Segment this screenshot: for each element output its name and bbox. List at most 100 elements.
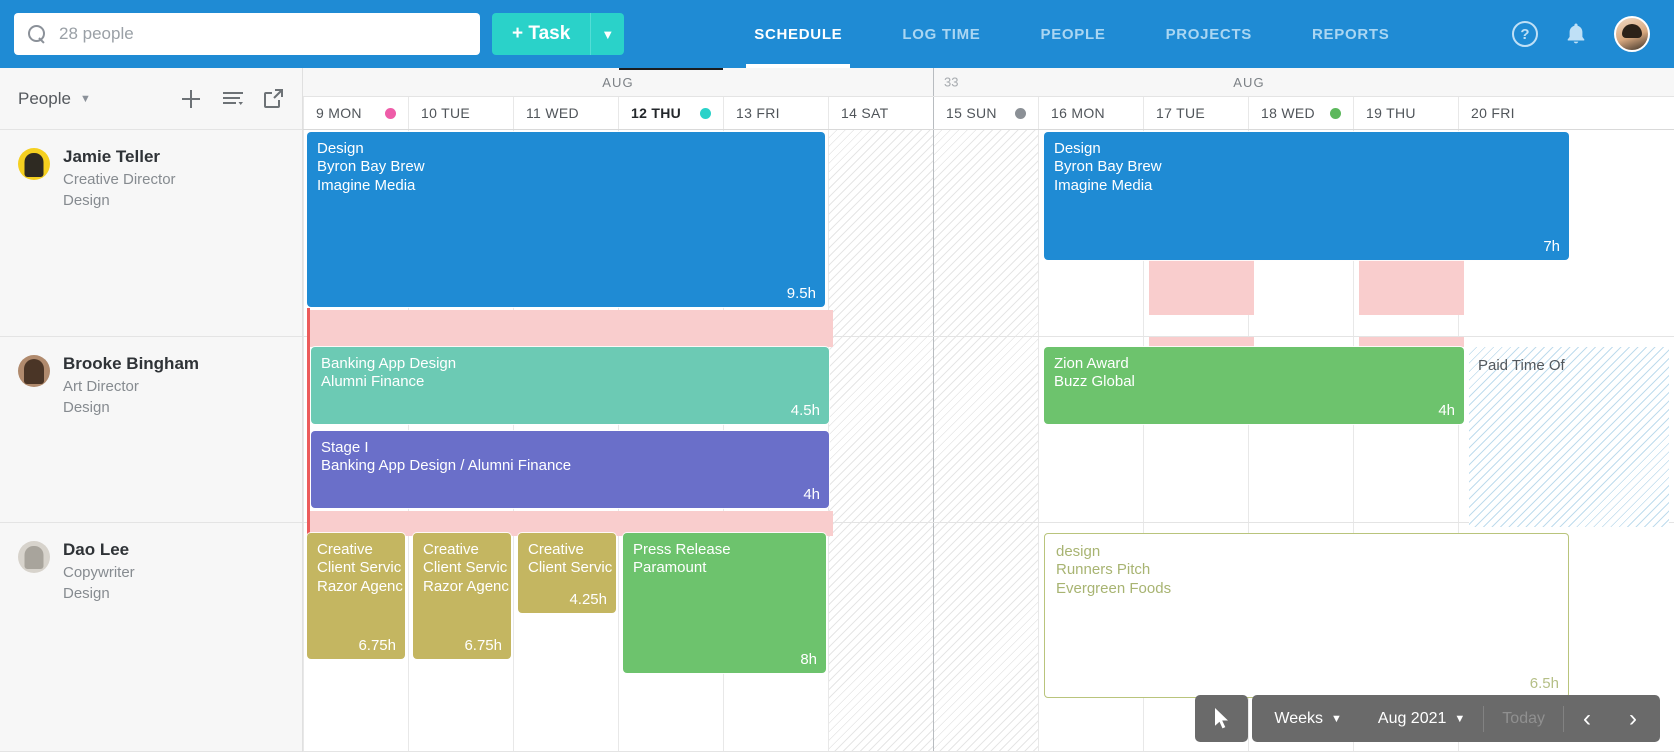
person-name: Jamie Teller bbox=[63, 147, 161, 166]
nav-item-projects[interactable]: PROJECTS bbox=[1136, 0, 1282, 68]
today-button[interactable]: Today bbox=[1484, 695, 1563, 742]
task-block[interactable]: design Runners Pitch Evergreen Foods 6.5h bbox=[1044, 533, 1569, 698]
period-selector[interactable]: Aug 2021 ▼ bbox=[1360, 695, 1483, 742]
task-block-hours: 9.5h bbox=[786, 285, 816, 302]
task-block[interactable]: Banking App Design Alumni Finance 4.5h bbox=[311, 347, 829, 424]
over-capacity-band[interactable] bbox=[1149, 337, 1254, 347]
day-header-12-thu[interactable]: 12 THU bbox=[618, 68, 723, 129]
people-panel: People ▼ Jamie Teller Creative Director … bbox=[0, 68, 303, 752]
day-header-14-sat[interactable]: 14 SAT bbox=[828, 97, 933, 129]
day-label: 10 TUE bbox=[421, 105, 471, 121]
task-block-line: Razor Agenc bbox=[317, 577, 403, 595]
cursor-pointer-icon[interactable] bbox=[1195, 695, 1249, 742]
task-block-line: Runners Pitch bbox=[1056, 561, 1151, 579]
day-header-18-wed[interactable]: 18 WED bbox=[1248, 97, 1353, 129]
day-status-dot bbox=[700, 107, 711, 119]
task-block[interactable]: Press Release Paramount 8h bbox=[623, 533, 826, 673]
person-info: Brooke Bingham Art Director Design bbox=[63, 353, 199, 522]
task-block-line: Design bbox=[317, 140, 364, 157]
task-block-line: Banking App Design / Alumni Finance bbox=[321, 457, 572, 475]
person-row[interactable]: Dao Lee Copywriter Design bbox=[0, 523, 302, 752]
nav-item-reports[interactable]: REPORTS bbox=[1282, 0, 1419, 68]
schedule-grid: AUG 33 AUG 9 MON 10 TUE 11 WED 12 THU 13 FRI 14… bbox=[303, 68, 1674, 752]
chevron-right-icon[interactable]: › bbox=[1610, 695, 1656, 742]
period-label: Aug 2021 bbox=[1377, 709, 1447, 727]
over-capacity-band[interactable] bbox=[307, 310, 833, 339]
day-status-dot bbox=[385, 107, 396, 119]
day-row: 9 MON 10 TUE 11 WED 12 THU 13 FRI 14 SAT 15 SU… bbox=[303, 68, 1674, 130]
task-dropdown-caret[interactable]: ▼ bbox=[590, 13, 625, 55]
task-block[interactable]: Design Byron Bay Brew Imagine Media 7h bbox=[1044, 132, 1569, 260]
task-block[interactable]: Creative Client Servic Razor Agenc 6.75h bbox=[307, 533, 405, 659]
task-block-hours: 4h bbox=[803, 486, 820, 503]
export-icon[interactable] bbox=[263, 88, 284, 109]
view-range-selector[interactable]: Weeks ▼ bbox=[1256, 695, 1360, 742]
day-header-17-tue[interactable]: 17 TUE bbox=[1143, 97, 1248, 129]
over-capacity-band[interactable] bbox=[1359, 337, 1464, 347]
task-block-line: Razor Agenc bbox=[423, 577, 509, 595]
task-block-hours: 6.75h bbox=[464, 637, 502, 654]
plus-icon[interactable] bbox=[179, 87, 203, 111]
people-selector-label: People bbox=[18, 88, 71, 108]
task-block[interactable]: Design Byron Bay Brew Imagine Media 9.5h bbox=[307, 132, 825, 307]
over-capacity-band[interactable] bbox=[1359, 260, 1464, 315]
help-icon[interactable]: ? bbox=[1512, 21, 1538, 47]
task-block-line: Banking App Design bbox=[321, 355, 457, 372]
person-team: Design bbox=[63, 192, 110, 210]
task-block-line: Press Release bbox=[633, 541, 731, 558]
task-block[interactable]: Zion Award Buzz Global 4h bbox=[1044, 347, 1464, 424]
person-name: Brooke Bingham bbox=[63, 354, 200, 373]
day-label: 9 MON bbox=[316, 105, 362, 121]
day-label: 11 WED bbox=[526, 105, 579, 121]
over-capacity-band[interactable] bbox=[307, 337, 833, 347]
task-block-line: design bbox=[1056, 543, 1101, 560]
task-block-line: Byron Bay Brew bbox=[1054, 158, 1162, 176]
people-group-selector[interactable]: People ▼ bbox=[18, 89, 91, 109]
task-block[interactable]: Creative Client Servic 4.25h bbox=[518, 533, 616, 613]
task-block[interactable]: Stage I Banking App Design / Alumni Finan… bbox=[311, 431, 829, 508]
search-input[interactable] bbox=[59, 24, 466, 44]
day-header-10-tue[interactable]: 10 TUE bbox=[408, 97, 513, 129]
day-header-20-fri[interactable]: 20 FRI bbox=[1458, 97, 1563, 129]
over-capacity-band[interactable] bbox=[1149, 260, 1254, 315]
schedule-main: People ▼ Jamie Teller Creative Director … bbox=[0, 68, 1674, 752]
month-label-cell: AUG bbox=[303, 68, 933, 96]
toolbar-controls: Weeks ▼ Aug 2021 ▼ Today ‹ › bbox=[1252, 695, 1660, 742]
day-label: 15 SUN bbox=[946, 105, 997, 121]
person-name: Dao Lee bbox=[63, 540, 130, 559]
task-block-line: Evergreen Foods bbox=[1056, 579, 1172, 597]
sort-filter-icon[interactable] bbox=[222, 89, 244, 109]
person-role: Copywriter bbox=[63, 563, 135, 581]
person-row[interactable]: Brooke Bingham Art Director Design bbox=[0, 337, 302, 523]
calendar-body: Design Byron Bay Brew Imagine Media 9.5h Des… bbox=[303, 130, 1674, 752]
day-header-16-mon[interactable]: 16 MON bbox=[1038, 97, 1143, 129]
nav-item-schedule[interactable]: SCHEDULE bbox=[724, 0, 872, 68]
chevron-left-icon[interactable]: ‹ bbox=[1564, 695, 1610, 742]
day-label: 14 SAT bbox=[841, 105, 889, 121]
nav-item-people[interactable]: PEOPLE bbox=[1011, 0, 1136, 68]
day-label: 19 THU bbox=[1366, 105, 1416, 121]
calendar-toolbar: Weeks ▼ Aug 2021 ▼ Today ‹ › bbox=[1195, 695, 1660, 742]
month-label-cell: 33 AUG bbox=[933, 68, 1564, 96]
day-header-13-fri[interactable]: 13 FRI bbox=[723, 97, 828, 129]
day-status-dot bbox=[1330, 107, 1341, 119]
day-header-19-thu[interactable]: 19 THU bbox=[1353, 97, 1458, 129]
day-label: 13 FRI bbox=[736, 105, 780, 121]
over-capacity-band[interactable] bbox=[307, 523, 833, 533]
task-block-line: Zion Award bbox=[1054, 355, 1129, 372]
notification-bell-icon[interactable] bbox=[1564, 21, 1588, 47]
add-task-button[interactable]: + Task bbox=[492, 13, 591, 55]
person-row[interactable]: Jamie Teller Creative Director Design bbox=[0, 130, 302, 337]
task-block[interactable]: Creative Client Servic Razor Agenc 6.75h bbox=[413, 533, 511, 659]
paid-time-off-cell[interactable]: Paid Time Of bbox=[1469, 347, 1669, 527]
task-block-line: Buzz Global bbox=[1054, 373, 1135, 391]
day-header-11-wed[interactable]: 11 WED bbox=[513, 97, 618, 129]
day-header-9-mon[interactable]: 9 MON bbox=[303, 97, 408, 129]
avatar bbox=[18, 355, 50, 387]
person-info: Jamie Teller Creative Director Design bbox=[63, 146, 176, 336]
day-header-15-sun[interactable]: 15 SUN bbox=[933, 97, 1038, 129]
search-box[interactable] bbox=[14, 13, 480, 55]
nav-item-log-time[interactable]: LOG TIME bbox=[872, 0, 1010, 68]
user-avatar[interactable] bbox=[1614, 16, 1650, 52]
task-block-line: Alumni Finance bbox=[321, 373, 425, 391]
